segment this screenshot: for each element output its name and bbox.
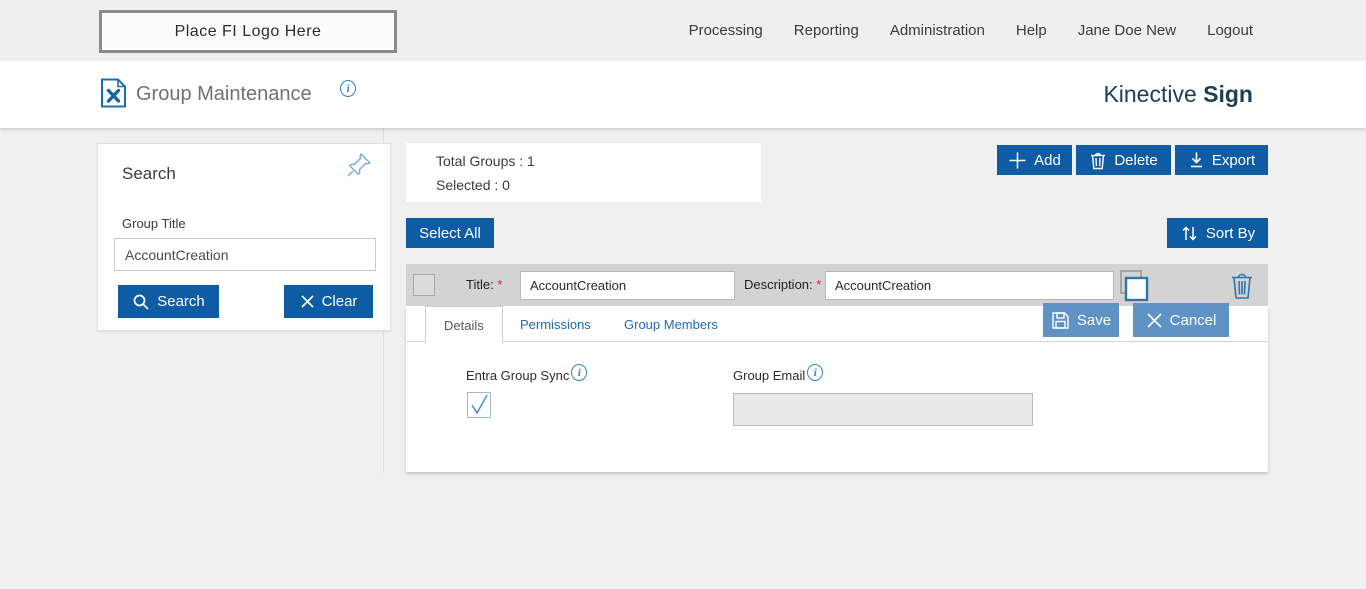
tab-details[interactable]: Details (425, 306, 503, 343)
row-delete-icon[interactable] (1230, 271, 1254, 305)
fi-logo-placeholder: Place FI Logo Here (99, 10, 397, 53)
save-floppy-icon (1051, 311, 1070, 330)
nav-reporting[interactable]: Reporting (794, 22, 859, 39)
tab-permissions-label: Permissions (520, 317, 591, 332)
title-label: Title: * (466, 277, 502, 292)
total-groups-text: Total Groups : 1 (436, 153, 535, 169)
download-icon (1188, 151, 1205, 169)
tab-group-members-label: Group Members (624, 317, 718, 332)
brand-bold: Sign (1203, 81, 1253, 107)
group-email-text: Group Email (733, 368, 805, 383)
groups-summary: Total Groups : 1 Selected : 0 (406, 143, 761, 202)
select-all-label: Select All (419, 225, 481, 242)
page-title: Group Maintenance (136, 83, 312, 106)
search-button-label: Search (157, 293, 205, 310)
group-email-label: Group Emaili (733, 368, 823, 385)
selected-value: 0 (502, 177, 510, 193)
brand-logo: Kinective Sign (1103, 81, 1253, 108)
nav-help[interactable]: Help (1016, 22, 1047, 39)
clear-button[interactable]: Clear (284, 285, 373, 318)
total-groups-value: 1 (527, 153, 535, 169)
clear-button-label: Clear (322, 293, 358, 310)
export-button[interactable]: Export (1175, 145, 1268, 175)
brand-regular: Kinective (1103, 81, 1196, 107)
entra-info-icon[interactable]: i (571, 364, 587, 381)
search-icon (132, 293, 150, 311)
tab-group-members[interactable]: Group Members (606, 306, 736, 342)
page-info-icon[interactable]: i (340, 80, 356, 97)
page-header: Group Maintenance i Kinective Sign (0, 61, 1366, 128)
add-button[interactable]: Add (997, 145, 1072, 175)
nav-processing[interactable]: Processing (689, 22, 763, 39)
group-title-input[interactable] (114, 238, 376, 271)
top-navigation: Processing Reporting Administration Help… (689, 0, 1253, 61)
sort-arrows-icon (1180, 224, 1199, 243)
cancel-button-label: Cancel (1170, 312, 1217, 329)
search-button[interactable]: Search (118, 285, 219, 318)
tab-permissions[interactable]: Permissions (502, 306, 609, 342)
entra-group-sync-text: Entra Group Sync (466, 368, 569, 383)
group-title-label: Group Title (122, 216, 186, 231)
group-row: Title: * Description: * (406, 264, 1268, 306)
row-checkbox[interactable] (413, 274, 435, 296)
nav-administration[interactable]: Administration (890, 22, 985, 39)
checkmark-icon (468, 393, 490, 417)
plus-icon (1008, 151, 1027, 170)
clear-x-icon (300, 294, 315, 309)
nav-logout[interactable]: Logout (1207, 22, 1253, 39)
trash-icon (1089, 151, 1107, 170)
add-button-label: Add (1034, 152, 1061, 169)
title-label-text: Title: (466, 277, 494, 292)
fi-logo-text: Place FI Logo Here (175, 23, 322, 41)
sort-by-button[interactable]: Sort By (1167, 218, 1268, 248)
title-required-mark: * (497, 277, 502, 292)
group-email-info-icon[interactable]: i (807, 364, 823, 381)
description-required-mark: * (816, 277, 821, 292)
top-bar: Place FI Logo Here Processing Reporting … (0, 0, 1366, 61)
cancel-button[interactable]: Cancel (1133, 303, 1229, 337)
delete-button[interactable]: Delete (1076, 145, 1171, 175)
export-button-label: Export (1212, 152, 1255, 169)
description-label: Description: * (744, 277, 821, 292)
search-panel: Search Group Title Search Clear (97, 143, 391, 331)
group-email-input (733, 393, 1033, 426)
group-maintenance-icon (100, 78, 127, 113)
group-details-panel: Details Permissions Group Members Save C… (406, 306, 1268, 472)
total-groups-label: Total Groups : (436, 153, 523, 169)
description-input[interactable] (825, 271, 1114, 300)
sort-by-label: Sort By (1206, 225, 1255, 242)
save-button-label: Save (1077, 312, 1111, 329)
selected-label: Selected : (436, 177, 498, 193)
entra-group-sync-checkbox[interactable] (467, 392, 491, 418)
description-label-text: Description: (744, 277, 813, 292)
cancel-x-icon (1146, 312, 1163, 329)
entra-group-sync-label: Entra Group Synci (466, 368, 587, 385)
delete-button-label: Delete (1114, 152, 1157, 169)
save-button[interactable]: Save (1043, 303, 1119, 337)
search-panel-title: Search (122, 164, 176, 184)
title-input[interactable] (520, 271, 735, 300)
tab-details-label: Details (444, 318, 484, 333)
selected-text: Selected : 0 (436, 177, 510, 193)
pin-icon[interactable] (346, 152, 372, 183)
select-all-button[interactable]: Select All (406, 218, 494, 248)
nav-user-name[interactable]: Jane Doe New (1078, 22, 1176, 39)
